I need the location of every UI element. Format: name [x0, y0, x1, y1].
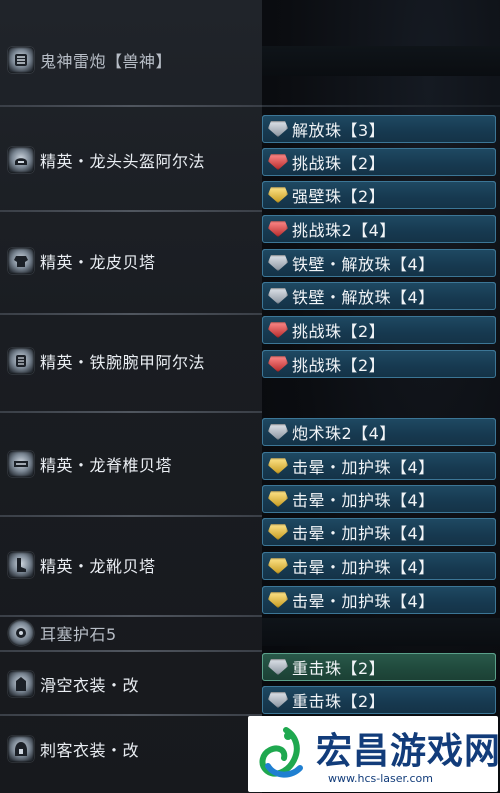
- jewel-slot[interactable]: 炮术珠2【4】: [262, 418, 496, 446]
- jewel-slot[interactable]: 强壁珠【2】: [262, 181, 496, 209]
- jewel-slot[interactable]: 击晕・加护珠【4】: [262, 485, 496, 513]
- leg-icon: [8, 552, 34, 578]
- empty-slot: [262, 618, 500, 646]
- divider: [0, 650, 262, 652]
- jewel-icon: [268, 659, 288, 675]
- jewel-icon: [268, 692, 288, 708]
- armor-label: 精英・龙皮贝塔: [40, 253, 156, 272]
- chest-icon: [8, 248, 34, 274]
- jewel-icon: [268, 458, 288, 474]
- helmet-icon: [8, 147, 34, 173]
- armor-row-mantle-glide[interactable]: 滑空衣装・改: [0, 669, 262, 699]
- jewel-slot[interactable]: 击晕・加护珠【4】: [262, 586, 496, 614]
- jewel-slot[interactable]: 击晕・加护珠【4】: [262, 518, 496, 546]
- weapon-icon: [8, 47, 34, 73]
- jewel-slot[interactable]: 挑战珠【2】: [262, 316, 496, 344]
- jewel-icon: [268, 255, 288, 271]
- armor-row-head[interactable]: 精英・龙头头盔阿尔法: [0, 145, 262, 175]
- armor-label: 耳塞护石5: [40, 625, 117, 644]
- jewel-slot[interactable]: 解放珠【3】: [262, 115, 496, 143]
- armor-label: 精英・铁腕腕甲阿尔法: [40, 353, 206, 372]
- armor-label: 精英・龙脊椎贝塔: [40, 456, 173, 475]
- jewel-slot[interactable]: 击晕・加护珠【4】: [262, 452, 496, 480]
- jewel-label: 解放珠【3】: [292, 121, 386, 140]
- jewel-label: 强壁珠【2】: [292, 187, 386, 206]
- jewel-slot[interactable]: 重击珠【2】: [262, 686, 496, 714]
- armor-row-chest[interactable]: 精英・龙皮贝塔: [0, 246, 262, 276]
- divider: [0, 615, 262, 617]
- jewel-label: 击晕・加护珠【4】: [292, 558, 435, 577]
- jewel-icon: [268, 221, 288, 237]
- jewel-label: 挑战珠【2】: [292, 154, 386, 173]
- divider: [0, 515, 262, 517]
- jewel-slot[interactable]: 铁壁・解放珠【4】: [262, 249, 496, 277]
- jewel-icon: [268, 592, 288, 608]
- mantle-icon: [8, 671, 34, 697]
- jewel-icon: [268, 424, 288, 440]
- jewel-label: 挑战珠【2】: [292, 356, 386, 375]
- jewel-label: 击晕・加护珠【4】: [292, 458, 435, 477]
- armor-row-arms[interactable]: 精英・铁腕腕甲阿尔法: [0, 346, 262, 376]
- divider: [0, 411, 262, 413]
- jewel-icon: [268, 288, 288, 304]
- site-logo-icon: [259, 727, 303, 778]
- empty-slot: [262, 46, 500, 76]
- armor-row-waist[interactable]: 精英・龙脊椎贝塔: [0, 449, 262, 479]
- site-watermark: 宏昌游戏网 www.hcs-laser.com: [248, 716, 500, 792]
- jewel-label: 挑战珠【2】: [292, 322, 386, 341]
- divider: [0, 313, 262, 315]
- jewel-slot[interactable]: 挑战珠【2】: [262, 148, 496, 176]
- armor-label: 精英・龙靴贝塔: [40, 557, 156, 576]
- hood-icon: [8, 736, 34, 762]
- divider: [0, 105, 262, 107]
- jewel-label: 挑战珠2【4】: [292, 221, 396, 240]
- charm-icon: [8, 620, 34, 646]
- jewel-icon: [268, 121, 288, 137]
- waist-icon: [8, 451, 34, 477]
- jewel-label: 击晕・加护珠【4】: [292, 592, 435, 611]
- jewel-label: 炮术珠2【4】: [292, 424, 396, 443]
- jewel-icon: [268, 558, 288, 574]
- divider: [262, 105, 500, 107]
- jewel-icon: [268, 524, 288, 540]
- armor-row-legs[interactable]: 精英・龙靴贝塔: [0, 550, 262, 580]
- jewel-label: 重击珠【2】: [292, 659, 386, 678]
- jewel-icon: [268, 322, 288, 338]
- armor-label: 滑空衣装・改: [40, 676, 140, 695]
- jewel-slot[interactable]: 击晕・加护珠【4】: [262, 552, 496, 580]
- jewel-label: 击晕・加护珠【4】: [292, 491, 435, 510]
- watermark-url: www.hcs-laser.com: [328, 772, 433, 785]
- jewel-icon: [268, 491, 288, 507]
- armor-label: 刺客衣装・改: [40, 741, 140, 760]
- divider: [0, 210, 262, 212]
- jewel-icon: [268, 154, 288, 170]
- jewel-label: 击晕・加护珠【4】: [292, 524, 435, 543]
- divider: [0, 714, 262, 716]
- jewel-label: 铁壁・解放珠【4】: [292, 288, 435, 307]
- jewel-slot[interactable]: 挑战珠2【4】: [262, 215, 496, 243]
- armor-label: 鬼神雷炮【兽神】: [40, 52, 173, 71]
- jewel-label: 铁壁・解放珠【4】: [292, 255, 435, 274]
- jewel-slot-selected[interactable]: 重击珠【2】: [262, 653, 496, 681]
- armor-row-weapon[interactable]: 鬼神雷炮【兽神】: [0, 46, 262, 74]
- jewel-icon: [268, 356, 288, 372]
- armor-label: 精英・龙头头盔阿尔法: [40, 152, 206, 171]
- jewel-slot[interactable]: 挑战珠【2】: [262, 350, 496, 378]
- jewel-icon: [268, 187, 288, 203]
- jewel-slot[interactable]: 铁壁・解放珠【4】: [262, 282, 496, 310]
- watermark-title: 宏昌游戏网: [316, 731, 500, 772]
- armor-row-mantle-assassin[interactable]: 刺客衣装・改: [0, 734, 262, 764]
- armor-row-charm[interactable]: 耳塞护石5: [0, 619, 262, 647]
- jewel-label: 重击珠【2】: [292, 692, 386, 711]
- arm-icon: [8, 348, 34, 374]
